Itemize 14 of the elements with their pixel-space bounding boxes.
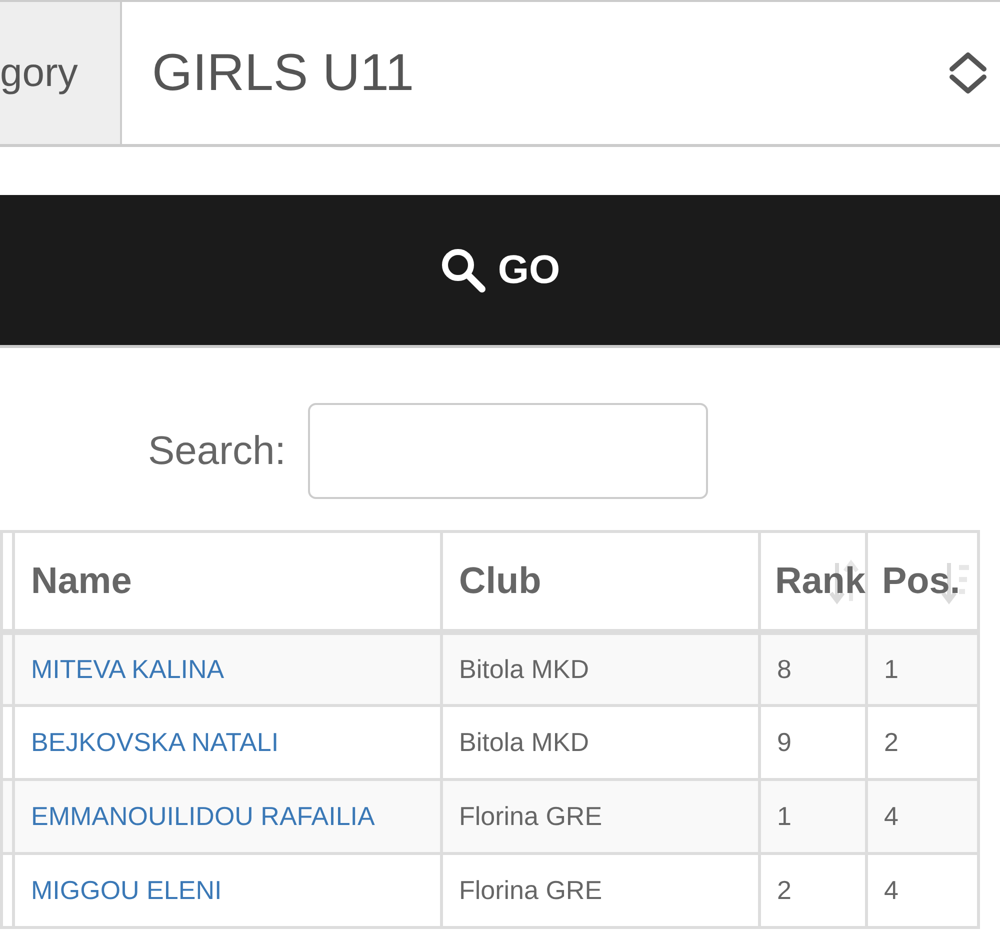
table-cell: Florina GRE <box>442 854 760 928</box>
search-icon <box>440 247 486 293</box>
chevron-updown-icon <box>948 51 988 95</box>
table-cell: 2 <box>760 854 866 928</box>
player-link[interactable]: MIGGOU ELENI <box>31 875 222 905</box>
search-field[interactable] <box>308 403 708 499</box>
table-cell: 4 <box>866 780 978 854</box>
table-cell: 4 <box>866 854 978 928</box>
search-label: Search: <box>148 428 286 475</box>
category-label: gory <box>0 2 122 144</box>
table-cell: Florina GRE <box>442 780 760 854</box>
player-link[interactable]: MITEVA KALINA <box>31 654 224 684</box>
table-cell: 1 <box>760 780 866 854</box>
go-button[interactable]: GO <box>0 195 1000 348</box>
